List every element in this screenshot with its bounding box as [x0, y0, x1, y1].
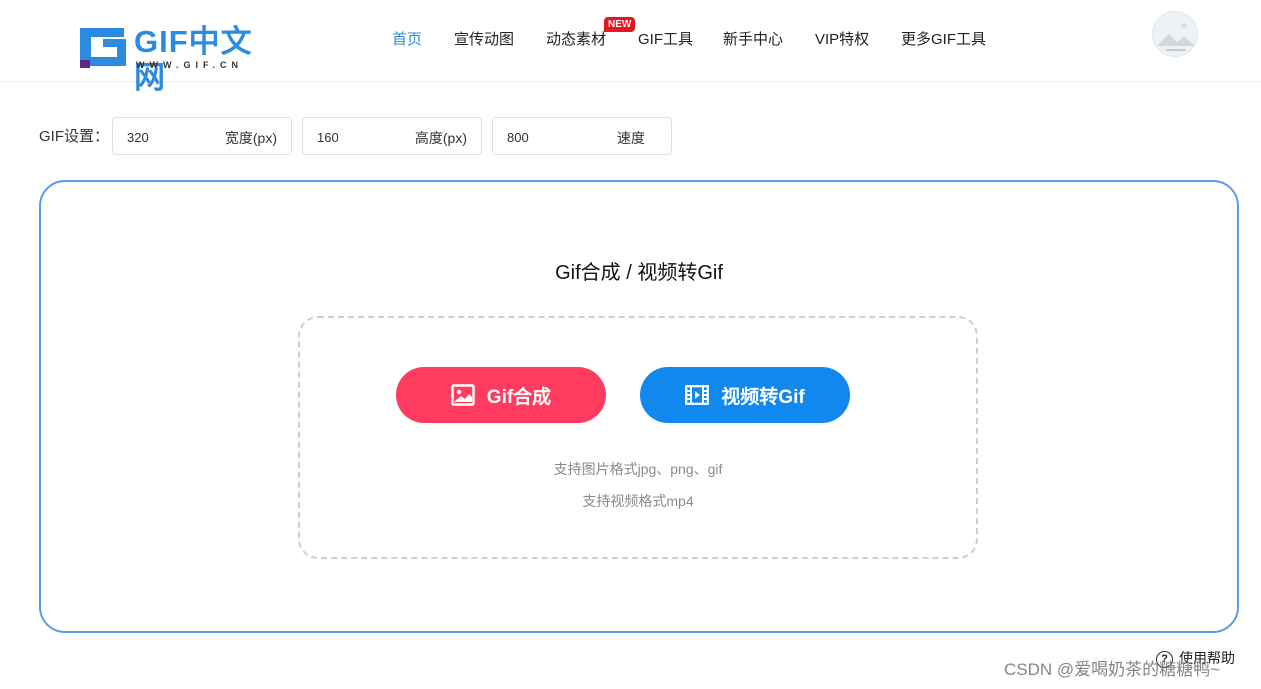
logo-subtitle: WWW.GIF.CN	[136, 60, 243, 70]
site-header: GIF中文网 WWW.GIF.CN 首页 宣传动图 动态素材 NEW GIF工具…	[0, 0, 1261, 95]
nav-promo-gifs[interactable]: 宣传动图	[454, 30, 514, 50]
video-to-gif-label: 视频转Gif	[721, 386, 805, 408]
gif-settings-label: GIF设置：	[39, 128, 109, 145]
image-format-hint: 支持图片格式jpg、png、gif	[553, 461, 723, 477]
width-unit-label: 宽度(px)	[224, 130, 277, 146]
speed-input[interactable]	[507, 127, 597, 147]
nav-vip[interactable]: VIP特权	[815, 30, 869, 50]
panel-title: Gif合成 / 视频转Gif	[555, 262, 723, 284]
video-to-gif-button[interactable]: 视频转Gif	[640, 367, 850, 423]
image-icon	[451, 384, 475, 406]
height-input[interactable]	[317, 127, 407, 147]
video-film-icon	[685, 385, 710, 405]
gif-compose-button[interactable]: Gif合成	[396, 367, 606, 423]
speed-unit-label: 速度	[617, 130, 645, 146]
gif-compose-label: Gif合成	[486, 386, 552, 408]
width-input[interactable]	[127, 127, 217, 147]
nav-dynamic-assets[interactable]: 动态素材	[546, 30, 606, 50]
nav-more-tools[interactable]: 更多GIF工具	[901, 30, 986, 50]
site-logo[interactable]: GIF中文网 WWW.GIF.CN	[78, 22, 278, 95]
gif-logo-icon	[80, 28, 126, 68]
height-unit-label: 高度(px)	[414, 130, 467, 146]
video-format-hint: 支持视频格式mp4	[582, 493, 694, 509]
upload-panel: Gif合成 / 视频转Gif Gif合成 视频转Gif 支持图片格式jpg、pn…	[39, 180, 1239, 633]
height-setting[interactable]: 高度(px)	[302, 117, 482, 155]
avatar-image-icon	[1153, 12, 1197, 56]
width-setting[interactable]: 宽度(px)	[112, 117, 292, 155]
nav-gif-tools[interactable]: GIF工具	[638, 30, 693, 50]
nav-home[interactable]: 首页	[392, 30, 422, 50]
upload-drop-zone[interactable]: Gif合成 视频转Gif 支持图片格式jpg、png、gif 支持视频格式mp4	[298, 316, 978, 559]
csdn-watermark: CSDN @爱喝奶茶的糖糖鸭~	[1004, 660, 1221, 679]
nav-beginner-center[interactable]: 新手中心	[723, 30, 783, 50]
new-badge: NEW	[604, 17, 636, 32]
speed-setting[interactable]: 速度	[492, 117, 672, 155]
user-avatar[interactable]	[1152, 11, 1198, 57]
